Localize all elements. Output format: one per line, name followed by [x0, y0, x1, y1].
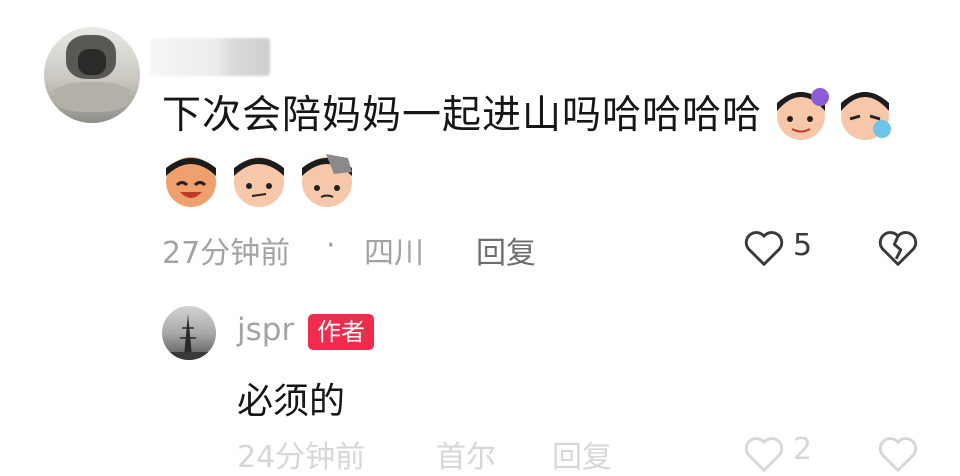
like-heart-icon[interactable]	[742, 228, 786, 268]
reply-dislike-broken-heart-icon[interactable]	[876, 434, 920, 474]
sticker-smirk-icon	[234, 157, 284, 207]
sticker-rock-icon	[302, 154, 352, 207]
meta-separator: ·	[326, 228, 336, 263]
reply-button[interactable]: 回复	[476, 228, 536, 272]
comment-location: 四川	[364, 236, 424, 271]
tower-image	[162, 314, 216, 360]
reply-text: 必须的	[237, 381, 346, 422]
reply-avatar[interactable]	[162, 306, 216, 360]
commenter-avatar[interactable]	[44, 27, 140, 123]
comment-time: 27分钟前	[162, 236, 291, 271]
author-badge: 作者	[308, 314, 374, 350]
reply-like-count: 2	[793, 432, 813, 467]
inline-sticker-row	[777, 88, 891, 140]
sticker-row	[166, 154, 352, 207]
reply-time: 24分钟前	[237, 440, 366, 475]
commenter-name-blurred[interactable]	[150, 38, 270, 76]
sticker-girl-blue-icon	[841, 92, 891, 140]
reply-username[interactable]: jspr	[237, 312, 294, 348]
reply-location: 首尔	[436, 440, 496, 475]
comment-body: 下次会陪妈妈一起进山吗哈哈哈哈	[162, 93, 763, 138]
dislike-broken-heart-icon[interactable]	[876, 228, 920, 268]
sticker-girl-purple-icon	[777, 88, 829, 140]
reply-like-heart-icon[interactable]	[742, 434, 786, 474]
sticker-laughing-icon	[166, 157, 216, 207]
comment-text: 下次会陪妈妈一起进山吗哈哈哈哈	[162, 90, 762, 142]
reply-reply-button[interactable]: 回复	[552, 432, 612, 476]
like-count: 5	[793, 228, 813, 263]
